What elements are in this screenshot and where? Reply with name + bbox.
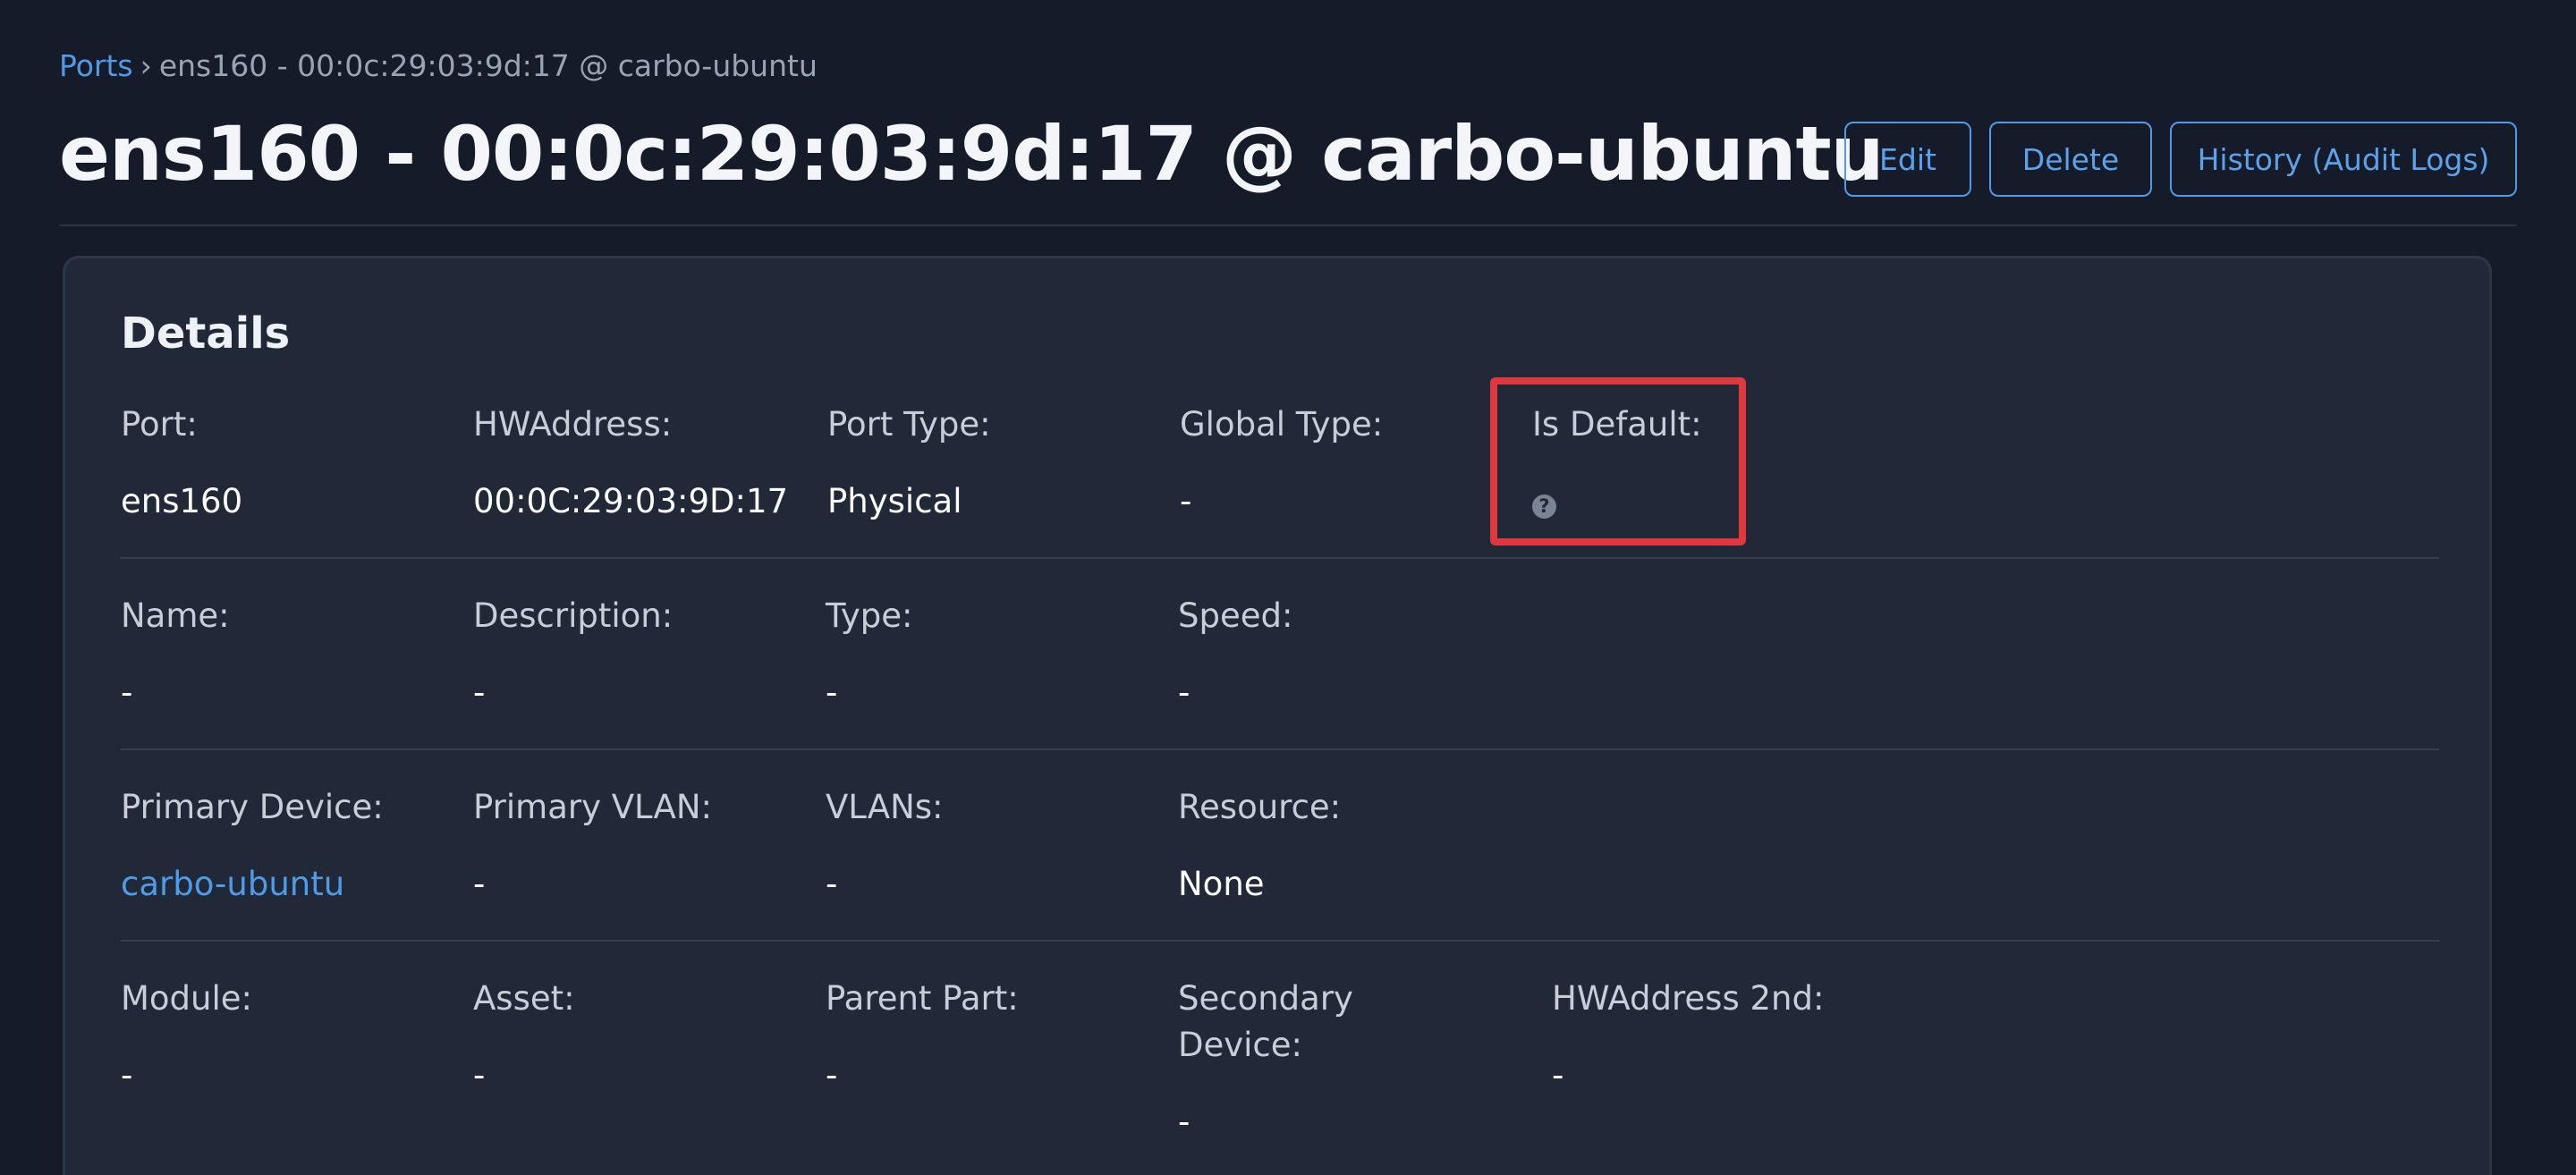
parent-part-label: Parent Part: bbox=[826, 979, 1019, 1018]
field-hwaddress: HWAddress: 00:0C:29:03:9D:17 bbox=[473, 402, 788, 525]
module-value: - bbox=[121, 1056, 133, 1095]
speed-label: Speed: bbox=[1178, 596, 1293, 635]
field-port-type: Port Type: Physical bbox=[827, 402, 991, 525]
parent-part-value: - bbox=[826, 1056, 838, 1095]
primary-device-label: Primary Device: bbox=[121, 788, 384, 826]
name-value: - bbox=[121, 673, 133, 712]
speed-value: - bbox=[1178, 673, 1191, 712]
field-speed: Speed: - bbox=[1178, 593, 1292, 716]
port-label: Port: bbox=[121, 405, 198, 444]
title-divider bbox=[59, 224, 2517, 226]
type-value: - bbox=[826, 673, 838, 712]
delete-button[interactable]: Delete bbox=[1989, 122, 2152, 197]
details-card: Details Port: ens160 HWAddress: 00:0C:29… bbox=[63, 256, 2492, 1175]
details-title: Details bbox=[121, 309, 291, 359]
name-label: Name: bbox=[121, 596, 230, 635]
page-title: ens160 - 00:0c:29:03:9d:17 @ carbo-ubunt… bbox=[59, 110, 1884, 198]
breadcrumb-ports-link[interactable]: Ports bbox=[59, 48, 133, 83]
field-hwaddress-2nd: HWAddress 2nd: - bbox=[1552, 976, 1824, 1099]
secondary-device-label: Secondary Device: bbox=[1178, 979, 1353, 1064]
asset-value: - bbox=[473, 1056, 486, 1095]
field-port: Port: ens160 bbox=[121, 402, 242, 525]
description-value: - bbox=[473, 673, 486, 712]
field-primary-vlan: Primary VLAN: - bbox=[473, 784, 712, 908]
hwaddress-value: 00:0C:29:03:9D:17 bbox=[473, 482, 789, 520]
port-detail-page: Ports › ens160 - 00:0c:29:03:9d:17 @ carbo… bbox=[0, 0, 2576, 1175]
global-type-label: Global Type: bbox=[1180, 405, 1384, 444]
history-audit-logs-button[interactable]: History (Audit Logs) bbox=[2170, 122, 2517, 197]
global-type-value: - bbox=[1180, 482, 1192, 520]
hwaddress-label: HWAddress: bbox=[473, 405, 673, 444]
primary-vlan-label: Primary VLAN: bbox=[473, 788, 712, 826]
port-type-value: Physical bbox=[827, 482, 962, 520]
vlans-value: - bbox=[826, 865, 838, 903]
resource-value: None bbox=[1178, 865, 1265, 903]
primary-vlan-value: - bbox=[473, 865, 486, 903]
row-divider bbox=[121, 748, 2439, 750]
breadcrumb-separator: › bbox=[140, 48, 152, 83]
row-divider bbox=[121, 557, 2439, 559]
hwaddress-2nd-label: HWAddress 2nd: bbox=[1552, 979, 1825, 1018]
field-global-type: Global Type: - bbox=[1180, 402, 1383, 525]
is-default-highlight-box bbox=[1490, 377, 1746, 545]
vlans-label: VLANs: bbox=[826, 788, 944, 826]
primary-device-link[interactable]: carbo-ubuntu bbox=[121, 861, 384, 908]
port-type-label: Port Type: bbox=[827, 405, 991, 444]
field-description: Description: - bbox=[473, 593, 673, 716]
asset-label: Asset: bbox=[473, 979, 575, 1018]
field-secondary-device: Secondary Device: - bbox=[1178, 976, 1393, 1145]
edit-button[interactable]: Edit bbox=[1844, 122, 1971, 197]
field-vlans: VLANs: - bbox=[826, 784, 944, 908]
field-name: Name: - bbox=[121, 593, 230, 716]
field-type: Type: - bbox=[826, 593, 912, 716]
field-asset: Asset: - bbox=[473, 976, 575, 1099]
secondary-device-value: - bbox=[1178, 1103, 1191, 1141]
field-resource: Resource: None bbox=[1178, 784, 1341, 908]
row-divider bbox=[121, 940, 2439, 942]
field-primary-device: Primary Device: carbo-ubuntu bbox=[121, 784, 384, 908]
resource-label: Resource: bbox=[1178, 788, 1342, 826]
port-value: ens160 bbox=[121, 482, 243, 520]
type-label: Type: bbox=[826, 596, 913, 635]
description-label: Description: bbox=[473, 596, 674, 635]
hwaddress-2nd-value: - bbox=[1552, 1056, 1564, 1095]
module-label: Module: bbox=[121, 979, 253, 1018]
field-parent-part: Parent Part: - bbox=[826, 976, 1019, 1099]
breadcrumb-current: ens160 - 00:0c:29:03:9d:17 @ carbo-ubunt… bbox=[158, 48, 818, 83]
breadcrumb: Ports › ens160 - 00:0c:29:03:9d:17 @ carbo… bbox=[59, 48, 818, 83]
field-module: Module: - bbox=[121, 976, 252, 1099]
page-actions: Edit Delete History (Audit Logs) bbox=[1844, 122, 2517, 197]
